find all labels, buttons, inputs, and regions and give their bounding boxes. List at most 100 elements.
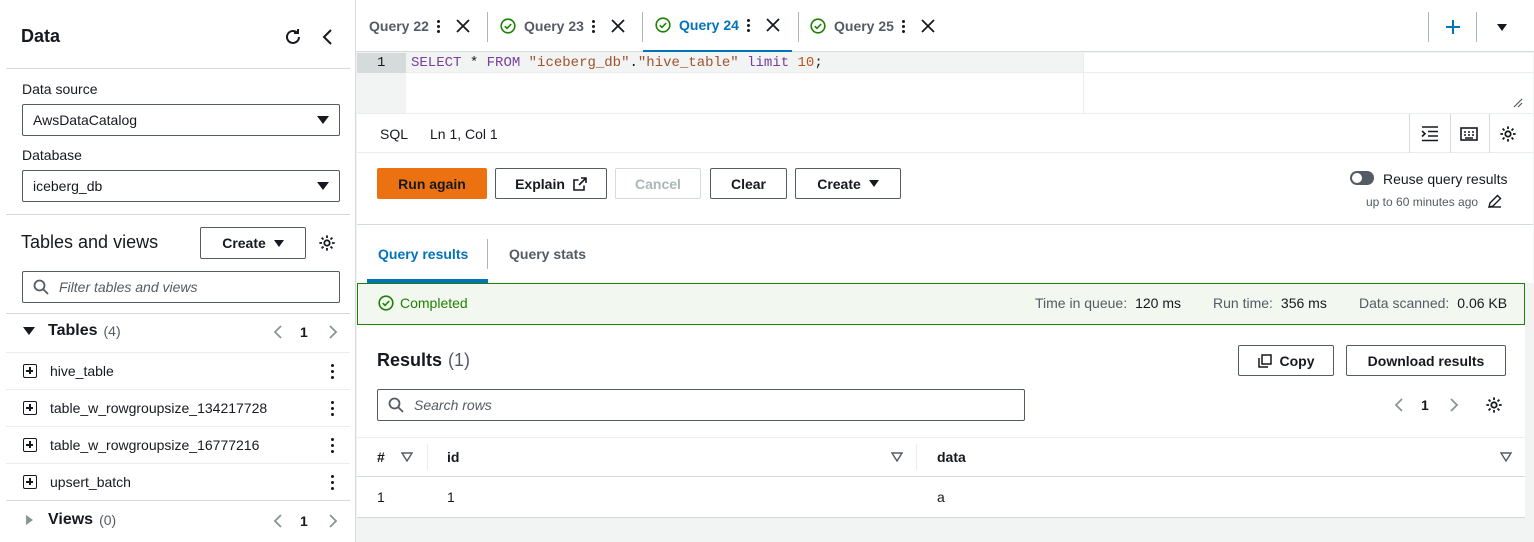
expand-icon[interactable] (23, 438, 37, 452)
tab-query-stats[interactable]: Query stats (509, 246, 586, 262)
search-icon (33, 279, 49, 295)
tab-divider (1476, 12, 1477, 42)
more-options-icon[interactable] (746, 18, 750, 32)
database-value: iceberg_db (33, 178, 103, 194)
views-section-toggle[interactable]: Views (0) (22, 511, 116, 529)
data-scanned: Data scanned: 0.06 KB (1359, 295, 1507, 311)
reuse-results-toggle[interactable] (1350, 171, 1374, 185)
column-divider (427, 444, 428, 470)
sql-dot: . (629, 55, 638, 71)
search-rows-input[interactable]: Search rows (377, 389, 1025, 421)
data-source-select[interactable]: AwsDataCatalog (22, 104, 340, 136)
results-header: Results (1) (377, 350, 470, 371)
column-header-id[interactable]: id (447, 449, 459, 465)
more-options-icon[interactable] (322, 474, 342, 490)
settings-gear-icon[interactable] (1497, 124, 1519, 144)
tab-divider (487, 12, 488, 42)
chevron-right-icon[interactable] (325, 511, 341, 531)
results-page-number[interactable]: 1 (1421, 397, 1429, 413)
divider (1409, 114, 1410, 154)
time-in-queue: Time in queue: 120 ms (1035, 295, 1181, 311)
resize-handle-icon[interactable] (1511, 96, 1523, 108)
create-label: Create (222, 235, 266, 251)
explain-button[interactable]: Explain (495, 168, 607, 199)
table-row[interactable]: 1 1 a (357, 477, 1525, 517)
format-query-icon[interactable] (1419, 124, 1441, 144)
chevron-right-icon[interactable] (325, 322, 341, 342)
divider (6, 500, 350, 501)
create-table-button[interactable]: Create (200, 227, 306, 259)
tab-query-24[interactable]: Query 24 (643, 0, 792, 52)
more-options-icon[interactable] (901, 19, 905, 33)
sql-keyword: SELECT (411, 55, 462, 71)
search-icon (388, 397, 404, 413)
caret-down-icon (317, 182, 329, 190)
edit-pencil-icon[interactable] (1488, 194, 1502, 208)
sort-icon[interactable] (891, 452, 903, 462)
table-item[interactable]: table_w_rowgroupsize_16777216 (6, 426, 350, 463)
clear-button[interactable]: Clear (710, 168, 787, 199)
query-tab-bar: Query 22 Query 23 Query 24 Query 25 (356, 0, 1534, 52)
tables-section-toggle[interactable]: Tables (4) (22, 322, 121, 340)
column-header-data[interactable]: data (937, 449, 966, 465)
sql-editor[interactable]: 1 SELECT * FROM "iceberg_db"."hive_table… (357, 53, 1533, 113)
line-number: 1 (377, 55, 386, 71)
add-tab-icon[interactable] (1442, 16, 1464, 38)
run-again-button[interactable]: Run again (377, 168, 487, 199)
sort-icon[interactable] (1500, 452, 1512, 462)
more-options-icon[interactable] (322, 400, 342, 416)
filter-placeholder: Filter tables and views (59, 279, 198, 295)
filter-tables-input[interactable]: Filter tables and views (22, 271, 340, 303)
tab-label: Query 24 (679, 17, 739, 33)
expand-icon[interactable] (23, 364, 37, 378)
divider (6, 214, 350, 215)
table-settings-gear-icon[interactable] (1483, 395, 1505, 415)
more-options-icon[interactable] (322, 437, 342, 453)
refresh-icon[interactable] (282, 26, 304, 48)
cancel-button[interactable]: Cancel (615, 168, 701, 199)
database-select[interactable]: iceberg_db (22, 170, 340, 202)
tab-query-25[interactable]: Query 25 (810, 0, 935, 52)
execution-status-bar: Completed Time in queue: 120 ms Run time… (357, 283, 1525, 325)
scanned-label: Data scanned: (1359, 295, 1450, 311)
create-query-button[interactable]: Create (795, 168, 901, 199)
tab-query-22[interactable]: Query 22 (369, 0, 470, 52)
collapse-icon[interactable] (316, 26, 338, 48)
more-options-icon[interactable] (322, 363, 342, 379)
tables-page-number[interactable]: 1 (300, 324, 308, 340)
sort-icon[interactable] (401, 452, 413, 462)
chevron-left-icon[interactable] (270, 322, 286, 342)
table-item[interactable]: hive_table (6, 352, 350, 389)
divider (6, 68, 350, 69)
expand-icon[interactable] (23, 475, 37, 489)
column-header-index[interactable]: # (377, 449, 385, 465)
chevron-left-icon[interactable] (1391, 395, 1407, 415)
views-page-number[interactable]: 1 (300, 513, 308, 529)
table-item[interactable]: upsert_batch (6, 463, 350, 500)
cell-index: 1 (377, 489, 385, 505)
more-options-icon[interactable] (591, 19, 595, 33)
line-guide (406, 72, 1533, 73)
tab-query-results[interactable]: Query results (378, 246, 468, 262)
results-title: Results (377, 350, 443, 370)
close-icon (766, 18, 780, 32)
more-options-icon[interactable] (436, 19, 440, 33)
sql-keyword: FROM (486, 55, 521, 71)
success-check-icon (500, 18, 516, 34)
data-panel: Data Data source AwsDataCatalog Database… (0, 0, 356, 542)
sql-text: SELECT * FROM "iceberg_db"."hive_table" … (411, 55, 823, 71)
chevron-left-icon[interactable] (270, 511, 286, 531)
tab-menu-caret-icon[interactable] (1492, 18, 1512, 36)
create-label: Create (817, 175, 861, 192)
download-results-button[interactable]: Download results (1346, 345, 1506, 376)
gear-icon[interactable] (316, 232, 338, 254)
tab-query-23[interactable]: Query 23 (500, 0, 625, 52)
copy-icon (1257, 353, 1272, 368)
status-text: Completed (400, 295, 468, 311)
copy-button[interactable]: Copy (1238, 345, 1334, 376)
expand-icon[interactable] (23, 401, 37, 415)
keyboard-icon[interactable] (1458, 124, 1480, 144)
table-item[interactable]: table_w_rowgroupsize_134217728 (6, 389, 350, 426)
chevron-right-icon[interactable] (1446, 395, 1462, 415)
external-link-icon (573, 176, 587, 191)
